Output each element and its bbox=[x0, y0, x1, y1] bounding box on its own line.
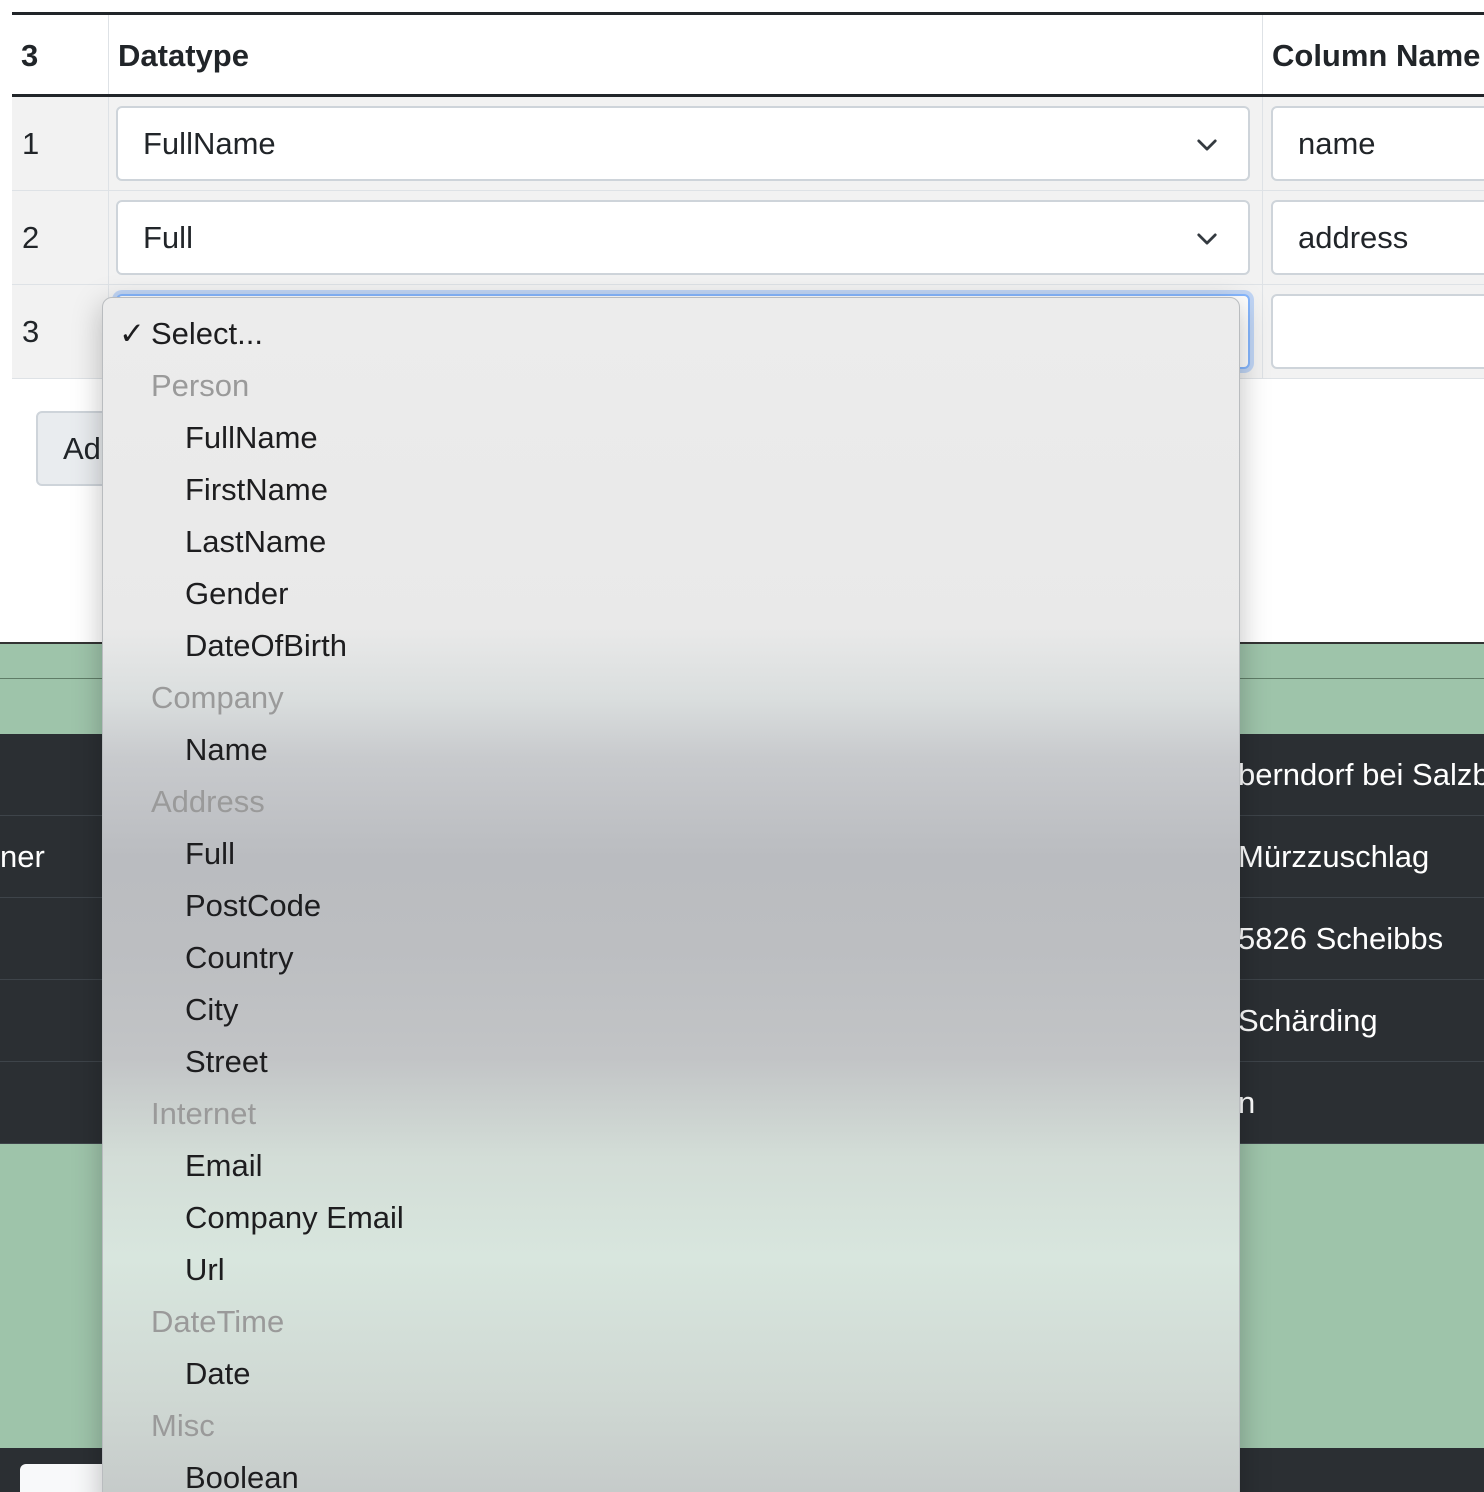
chevron-down-icon bbox=[1197, 139, 1217, 151]
dropdown-option[interactable]: Email bbox=[103, 1140, 263, 1192]
preview-cell: berndorf bei Salzb bbox=[1238, 757, 1484, 792]
dropdown-option[interactable]: LastName bbox=[103, 516, 326, 568]
row-count-header: 3 bbox=[12, 15, 109, 94]
column-name-input[interactable]: name bbox=[1271, 106, 1484, 181]
column-name-cell bbox=[1263, 285, 1484, 378]
dropdown-option[interactable]: Url bbox=[103, 1244, 225, 1296]
row-index: 2 bbox=[12, 191, 109, 284]
preview-cell: Mürzzuschlag bbox=[1238, 839, 1430, 874]
dropdown-group-address: Address bbox=[151, 784, 265, 819]
dropdown-option[interactable]: Date bbox=[103, 1348, 250, 1400]
column-name-header: Column Name bbox=[1272, 38, 1481, 73]
datatype-cell: FullName bbox=[109, 97, 1263, 190]
dropdown-option-label: Select... bbox=[151, 316, 263, 351]
preview-cell: 5826 Scheibbs bbox=[1238, 921, 1444, 956]
datatype-header: Datatype bbox=[109, 15, 1263, 94]
datatype-cell: Full bbox=[109, 191, 1263, 284]
datatype-select-value: FullName bbox=[143, 126, 276, 161]
datatype-select-value: Full bbox=[143, 220, 193, 255]
table-row: 2 Full address bbox=[12, 191, 1484, 285]
column-name-input[interactable] bbox=[1271, 294, 1484, 369]
dropdown-group-datetime: DateTime bbox=[151, 1304, 285, 1339]
table-row: 1 FullName name bbox=[12, 97, 1484, 191]
dropdown-group-company: Company bbox=[151, 680, 284, 715]
column-name-cell: address bbox=[1263, 191, 1484, 284]
dropdown-option[interactable]: Name bbox=[103, 724, 268, 776]
dropdown-option[interactable]: DateOfBirth bbox=[103, 620, 347, 672]
row-index: 3 bbox=[12, 285, 109, 378]
table-header: 3 Datatype Column Name bbox=[12, 15, 1484, 97]
preview-cell: Schärding bbox=[1238, 1003, 1378, 1038]
column-name-input[interactable]: address bbox=[1271, 200, 1484, 275]
dropdown-group-misc: Misc bbox=[151, 1408, 215, 1443]
checkmark-icon: ✓ bbox=[119, 316, 145, 351]
dropdown-group-person: Person bbox=[151, 368, 250, 403]
dropdown-option[interactable]: Full bbox=[103, 828, 235, 880]
dropdown-group-internet: Internet bbox=[151, 1096, 257, 1131]
dropdown-option[interactable]: Company Email bbox=[103, 1192, 404, 1244]
dropdown-option-select[interactable]: ✓ Select... bbox=[103, 308, 263, 360]
datatype-dropdown-menu: ✓ Select... Person FullName FirstName Las… bbox=[102, 297, 1240, 1492]
dropdown-option[interactable]: Street bbox=[103, 1036, 268, 1088]
chevron-down-icon bbox=[1197, 233, 1217, 245]
page: berndorf bei Salzb ner Mürzzuschlag 5826… bbox=[0, 0, 1484, 1492]
dropdown-option[interactable]: Country bbox=[103, 932, 294, 984]
dropdown-option[interactable]: FirstName bbox=[103, 464, 328, 516]
preview-cell: n bbox=[1238, 1085, 1256, 1120]
column-name-cell: name bbox=[1263, 97, 1484, 190]
dropdown-option[interactable]: PostCode bbox=[103, 880, 321, 932]
preview-cell: ner bbox=[0, 839, 45, 874]
dropdown-option[interactable]: Gender bbox=[103, 568, 288, 620]
datatype-select[interactable]: FullName bbox=[116, 106, 1250, 181]
dropdown-option[interactable]: Boolean bbox=[103, 1452, 299, 1492]
row-index: 1 bbox=[12, 97, 109, 190]
dropdown-option[interactable]: City bbox=[103, 984, 238, 1036]
datatype-select[interactable]: Full bbox=[116, 200, 1250, 275]
dropdown-option[interactable]: FullName bbox=[103, 412, 318, 464]
